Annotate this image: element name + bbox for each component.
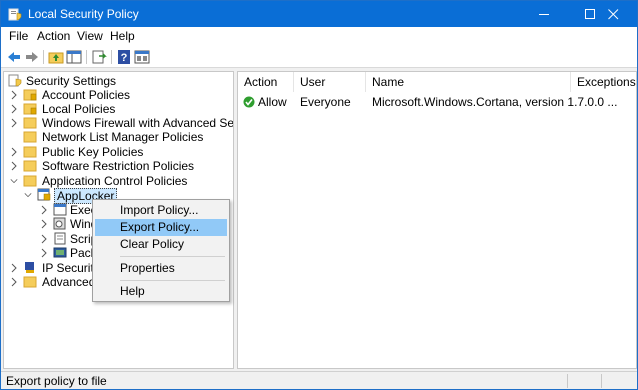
cell-name: Microsoft.Windows.Cortana, version 1.7.0… bbox=[372, 95, 618, 109]
security-settings-icon bbox=[8, 74, 22, 87]
ip-security-icon bbox=[25, 262, 34, 273]
tree-label: Public Key Policies bbox=[42, 145, 144, 159]
toolbar: ? bbox=[1, 46, 637, 68]
tree-node-root[interactable]: Security Settings bbox=[8, 74, 233, 88]
svg-text:?: ? bbox=[121, 52, 128, 64]
back-arrow-icon[interactable] bbox=[6, 49, 22, 65]
tree-label: Windows Firewall with Advanced Security bbox=[42, 116, 234, 130]
folder-icon bbox=[23, 160, 37, 172]
folder-key-icon bbox=[23, 89, 37, 101]
tree-label: Application Control Policies bbox=[42, 174, 188, 188]
chevron-right-icon[interactable] bbox=[10, 263, 18, 273]
tree-node-network-list-manager[interactable]: Network List Manager Policies bbox=[10, 130, 233, 144]
menu-file[interactable]: File bbox=[9, 29, 28, 43]
results-list: Action User Name Exceptions Allow Everyo… bbox=[237, 71, 637, 369]
menu-item-help[interactable]: Help bbox=[95, 283, 227, 300]
status-text: Export policy to file bbox=[6, 374, 107, 388]
close-button[interactable] bbox=[591, 1, 637, 27]
tree-node-advanced-audit[interactable]: Advanced A bbox=[10, 275, 106, 289]
folder-icon bbox=[23, 131, 37, 143]
up-folder-icon[interactable] bbox=[48, 49, 64, 65]
tree-node-public-key-policies[interactable]: Public Key Policies bbox=[10, 145, 233, 159]
security-policy-icon bbox=[8, 8, 22, 21]
chevron-right-icon[interactable] bbox=[40, 234, 48, 244]
chevron-right-icon[interactable] bbox=[10, 161, 18, 171]
chevron-right-icon[interactable] bbox=[40, 248, 48, 258]
chevron-right-icon[interactable] bbox=[10, 90, 18, 100]
chevron-right-icon[interactable] bbox=[40, 219, 48, 229]
menu-view[interactable]: View bbox=[77, 29, 103, 43]
menu-bar: File Action View Help bbox=[1, 27, 637, 46]
tree-label: Security Settings bbox=[26, 74, 117, 88]
folder-icon bbox=[23, 276, 37, 288]
app-window: Local Security Policy File Action View H… bbox=[0, 0, 638, 390]
context-menu: Import Policy... Export Policy... Clear … bbox=[92, 199, 230, 302]
toolbar-separator bbox=[111, 50, 112, 64]
folder-icon bbox=[23, 175, 37, 187]
status-separator bbox=[601, 374, 602, 388]
menu-separator bbox=[120, 280, 225, 281]
column-header-action[interactable]: Action bbox=[238, 72, 294, 92]
console-tree-icon[interactable] bbox=[66, 49, 82, 65]
tree-label: Local Policies bbox=[42, 102, 116, 116]
applocker-icon bbox=[37, 188, 51, 201]
menu-item-clear-policy[interactable]: Clear Policy bbox=[95, 236, 227, 253]
column-header-exceptions[interactable]: Exceptions bbox=[571, 72, 636, 92]
chevron-right-icon[interactable] bbox=[10, 147, 18, 157]
properties-icon[interactable] bbox=[134, 49, 150, 65]
toolbar-separator bbox=[43, 50, 44, 64]
menu-separator bbox=[120, 256, 225, 257]
folder-key-icon bbox=[23, 103, 37, 115]
tree-label: Account Policies bbox=[42, 88, 131, 102]
chevron-right-icon[interactable] bbox=[40, 205, 48, 215]
window-title: Local Security Policy bbox=[28, 7, 139, 21]
allow-check-icon bbox=[243, 96, 255, 108]
tree-node-packaged-app-rules[interactable]: Pack bbox=[40, 246, 100, 260]
close-icon bbox=[608, 9, 619, 20]
tree-node-application-control[interactable]: Application Control Policies bbox=[10, 174, 233, 188]
export-list-icon[interactable] bbox=[91, 49, 107, 65]
menu-item-export-policy[interactable]: Export Policy... bbox=[95, 219, 227, 236]
minimize-button[interactable] bbox=[522, 1, 568, 27]
menu-item-properties[interactable]: Properties bbox=[95, 260, 227, 277]
menu-item-import-policy[interactable]: Import Policy... bbox=[95, 202, 227, 219]
tree-node-ip-security[interactable]: IP Security P bbox=[10, 261, 111, 275]
tree-node-script-rules[interactable]: Scrip bbox=[40, 232, 100, 246]
packaged-app-rules-icon bbox=[53, 247, 67, 258]
status-bar: Export policy to file bbox=[1, 371, 637, 389]
chevron-down-icon[interactable] bbox=[10, 176, 18, 186]
tree-label: Software Restriction Policies bbox=[42, 159, 195, 173]
chevron-right-icon[interactable] bbox=[10, 118, 18, 128]
toolbar-separator bbox=[86, 50, 87, 64]
tree-node-local-policies[interactable]: Local Policies bbox=[10, 102, 233, 116]
executable-rules-icon bbox=[53, 203, 67, 216]
title-bar[interactable]: Local Security Policy bbox=[1, 1, 637, 27]
tree-node-windows-firewall[interactable]: Windows Firewall with Advanced Security bbox=[10, 116, 234, 130]
chevron-right-icon[interactable] bbox=[10, 104, 18, 114]
status-separator bbox=[567, 374, 568, 388]
menu-help[interactable]: Help bbox=[110, 29, 135, 43]
tree-node-software-restriction[interactable]: Software Restriction Policies bbox=[10, 159, 233, 173]
script-rules-icon bbox=[54, 232, 66, 245]
tree-node-account-policies[interactable]: Account Policies bbox=[10, 88, 233, 102]
menu-action[interactable]: Action bbox=[37, 29, 70, 43]
column-header-user[interactable]: User bbox=[294, 72, 366, 92]
forward-arrow-icon[interactable] bbox=[24, 49, 40, 65]
folder-icon bbox=[23, 146, 37, 158]
folder-icon bbox=[23, 117, 37, 129]
chevron-right-icon[interactable] bbox=[10, 277, 18, 287]
tree-node-installer-rules[interactable]: Windo bbox=[40, 217, 104, 231]
minimize-icon bbox=[539, 14, 549, 15]
tree-node-executable-rules[interactable]: Execu bbox=[40, 203, 103, 217]
cell-user: Everyone bbox=[300, 95, 351, 109]
installer-rules-icon bbox=[53, 217, 66, 230]
tree-label: Network List Manager Policies bbox=[42, 130, 204, 144]
help-icon[interactable]: ? bbox=[116, 49, 132, 65]
cell-action: Allow bbox=[258, 95, 287, 109]
chevron-down-icon[interactable] bbox=[24, 190, 32, 200]
column-header-name[interactable]: Name bbox=[366, 72, 571, 92]
